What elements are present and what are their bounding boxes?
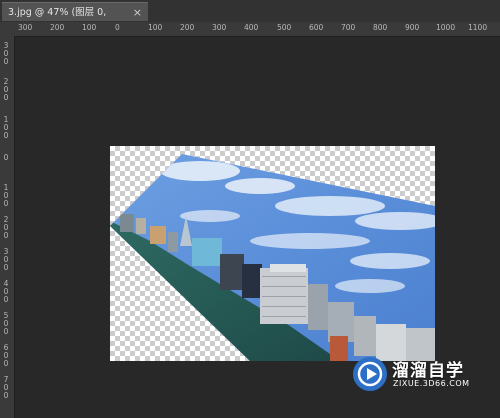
- ruler-left-label: 300: [3, 247, 9, 272]
- ruler-top[interactable]: 300 200 100 0 100 200 300 400 500 600 70…: [0, 22, 500, 37]
- ruler-left-label: 100: [3, 115, 9, 140]
- ruler-left-label: 100: [3, 183, 9, 208]
- ruler-left-label: 400: [3, 279, 9, 304]
- ruler-top-label: 100: [148, 23, 163, 32]
- ruler-top-label: 600: [309, 23, 324, 32]
- rotated-city-photo[interactable]: [110, 146, 435, 361]
- ruler-top-label: 900: [405, 23, 420, 32]
- ruler-top-label: 700: [341, 23, 356, 32]
- ruler-top-label: 1000: [436, 23, 456, 32]
- document-canvas[interactable]: [110, 146, 435, 361]
- document-tab-bar: 3.jpg @ 47% (图层 0, RGB/8#) * ×: [0, 0, 500, 37]
- ruler-top-label: 200: [180, 23, 195, 32]
- ruler-left-label: 700: [3, 375, 9, 400]
- play-icon: [353, 357, 387, 391]
- ruler-top-label: 100: [82, 23, 97, 32]
- ruler-left-label: 600: [3, 343, 9, 368]
- watermark-brand: 溜溜自学: [392, 361, 464, 381]
- ruler-top-label: 800: [373, 23, 388, 32]
- ruler-top-label: 500: [277, 23, 292, 32]
- ruler-top-label: 200: [50, 23, 65, 32]
- close-icon[interactable]: ×: [133, 3, 142, 22]
- watermark: 溜溜自学 ZIXUE.3D66.COM: [352, 352, 472, 396]
- ruler-left-label: 0: [3, 153, 9, 162]
- ruler-left-label: 200: [3, 77, 9, 102]
- ruler-top-label: 0: [115, 23, 120, 32]
- ruler-left-label: 500: [3, 311, 9, 336]
- ruler-top-label: 400: [244, 23, 259, 32]
- ruler-top-label: 1100: [468, 23, 488, 32]
- ruler-top-label: 300: [212, 23, 227, 32]
- ruler-left[interactable]: 300 200 100 0 100 200 300 400 500 600 70…: [0, 36, 15, 418]
- watermark-url: ZIXUE.3D66.COM: [393, 379, 470, 388]
- ruler-left-label: 200: [3, 215, 9, 240]
- ruler-left-label: 300: [3, 41, 9, 66]
- document-tab[interactable]: 3.jpg @ 47% (图层 0, RGB/8#) * ×: [2, 2, 148, 37]
- ruler-top-label: 300: [18, 23, 33, 32]
